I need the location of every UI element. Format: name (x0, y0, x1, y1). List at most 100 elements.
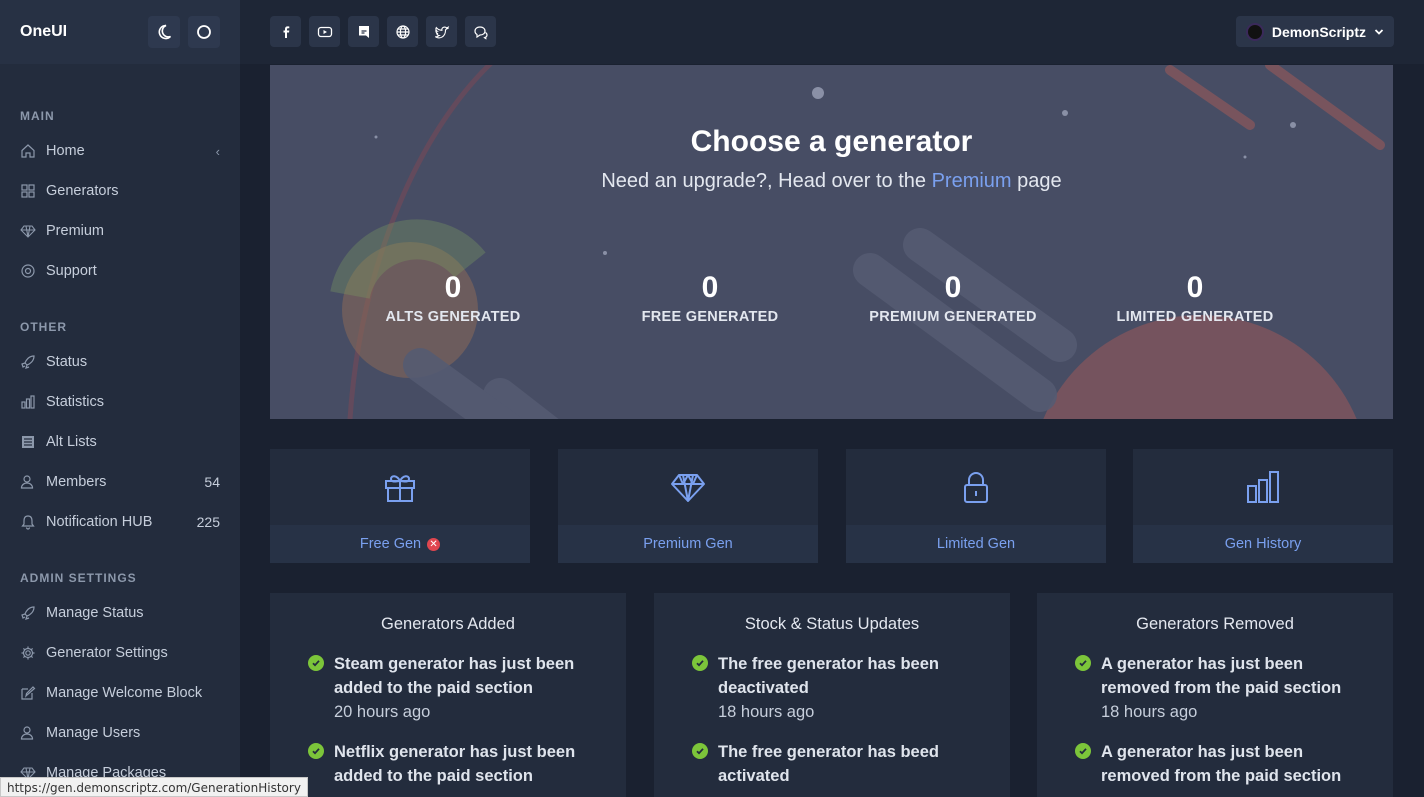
panel-title: Stock & Status Updates (744, 615, 920, 633)
entry-text: A generator has just been removed from t… (1101, 743, 1342, 785)
hero-subtitle-text: Need an upgrade?, Head over to the (601, 170, 932, 192)
check-circle-icon (692, 655, 708, 671)
list-item: The free generator has beed activated (654, 740, 1010, 788)
bar-chart-icon (1247, 471, 1279, 503)
disabled-x-icon: ✕ (427, 537, 441, 551)
discord-button[interactable] (348, 16, 379, 47)
limited-gen-card[interactable]: Limited Gen (846, 449, 1106, 563)
theme-toggle[interactable] (188, 16, 220, 48)
sidebar-item-label: Manage Users (46, 725, 141, 741)
entry-text: Netflix generator has just been added to… (334, 743, 576, 785)
users-icon (20, 725, 36, 741)
sidebar-section-main: MAIN (20, 109, 55, 123)
chevron-left-icon: ‹ (215, 143, 220, 159)
sidebar-item-label: Alt Lists (46, 434, 97, 450)
panel-title: Generators Removed (1136, 615, 1294, 633)
page-title: Choose a generator (690, 125, 973, 158)
sidebar-item-label: Status (46, 354, 88, 370)
list-item: Netflix generator has just been added to… (270, 740, 626, 788)
entry-time: 18 hours ago (1101, 703, 1198, 721)
entry-text: The free generator has beed activated (718, 743, 939, 785)
check-circle-icon (1075, 655, 1091, 671)
website-button[interactable] (387, 16, 418, 47)
facebook-button[interactable] (270, 16, 301, 47)
user-menu-button[interactable]: DemonScriptz (1235, 16, 1394, 47)
check-circle-icon (1075, 743, 1091, 759)
sidebar-item-statistics[interactable]: Statistics (0, 382, 240, 422)
sidebar-item-label: Premium (46, 223, 105, 239)
stat-premium-generated: 0 PREMIUM GENERATED (853, 271, 1053, 325)
sidebar-item-generators[interactable]: Generators (0, 171, 240, 211)
stat-value: 0 (944, 271, 962, 304)
sidebar-item-generator-settings[interactable]: Generator Settings (0, 633, 240, 673)
generators-added-panel: Generators Added Steam generator has jus… (270, 593, 626, 797)
sidebar: OneUI MAIN Home ‹ Generators Premium Sup… (0, 0, 240, 797)
hero-subtitle-text-end: page (1011, 170, 1062, 192)
diamond-icon (671, 474, 705, 502)
card-label: Premium Gen (643, 536, 733, 552)
twitter-button[interactable] (426, 16, 457, 47)
bell-icon (20, 514, 36, 530)
stat-label: LIMITED GENERATED (1116, 309, 1274, 325)
sidebar-section-other: OTHER (20, 320, 67, 334)
check-circle-icon (308, 655, 324, 671)
members-count-badge: 54 (204, 474, 220, 490)
sidebar-item-manage-welcome-block[interactable]: Manage Welcome Block (0, 673, 240, 713)
youtube-icon (317, 26, 332, 37)
dark-mode-toggle[interactable] (148, 16, 180, 48)
list-item: Steam generator has just been added to t… (270, 652, 626, 724)
globe-icon (395, 24, 410, 39)
brand-logo[interactable]: OneUI (20, 23, 67, 41)
sidebar-item-label: Manage Welcome Block (46, 685, 203, 701)
sidebar-item-label: Notification HUB (46, 514, 153, 530)
sidebar-item-label: Statistics (46, 394, 105, 410)
check-circle-icon (308, 743, 324, 759)
premium-gen-card[interactable]: Premium Gen (558, 449, 818, 563)
sidebar-item-label: Support (46, 263, 97, 279)
sidebar-item-members[interactable]: Members 54 (0, 462, 240, 502)
chat-button[interactable] (465, 16, 496, 47)
entry-text: The free generator has been deactivated (718, 655, 939, 697)
sidebar-item-manage-users[interactable]: Manage Users (0, 713, 240, 753)
sidebar-item-notification-hub[interactable]: Notification HUB 225 (0, 502, 240, 542)
facebook-icon (283, 25, 289, 38)
gen-history-card[interactable]: Gen History (1133, 449, 1393, 563)
hero-background-illustration (330, 65, 1385, 419)
grid-icon (20, 183, 36, 199)
user-name: DemonScriptz (1271, 23, 1366, 40)
notification-count-badge: 225 (196, 514, 220, 530)
sidebar-item-manage-status[interactable]: Manage Status (0, 593, 240, 633)
gear-icon (20, 645, 36, 661)
sidebar-section-admin: ADMIN SETTINGS (20, 571, 137, 585)
users-icon (20, 474, 36, 490)
card-label: Free Gen (359, 536, 422, 552)
sidebar-item-label: Generator Settings (46, 645, 168, 661)
stat-label: PREMIUM GENERATED (869, 309, 1037, 325)
stat-limited-generated: 0 LIMITED GENERATED (1095, 271, 1295, 325)
sidebar-item-home[interactable]: Home ‹ (0, 131, 240, 171)
generators-removed-panel: Generators Removed A generator has just … (1037, 593, 1393, 797)
stat-label: FREE GENERATED (641, 309, 779, 325)
premium-link[interactable]: Premium (932, 170, 1012, 192)
edit-icon (20, 685, 36, 701)
sidebar-item-premium[interactable]: Premium (0, 211, 240, 251)
youtube-button[interactable] (309, 16, 340, 47)
sidebar-item-support[interactable]: Support (0, 251, 240, 291)
stat-value: 0 (701, 271, 719, 304)
sidebar-header: OneUI (0, 0, 240, 64)
list-item: The free generator has been deactivated 1… (654, 652, 1010, 724)
sidebar-item-label: Generators (46, 183, 119, 199)
diamond-icon (20, 223, 36, 239)
sidebar-item-label: Home (46, 143, 85, 159)
entry-text: A generator has just been removed from t… (1101, 655, 1342, 697)
rocket-icon (20, 354, 36, 370)
twitter-icon (434, 25, 449, 38)
panel-title: Generators Added (381, 615, 515, 633)
hero-subtitle: Need an upgrade?, Head over to the Premi… (270, 170, 1393, 193)
stat-value: 0 (444, 271, 462, 304)
chevron-down-icon (1374, 28, 1384, 35)
sidebar-item-alt-lists[interactable]: Alt Lists (0, 422, 240, 462)
sidebar-item-status[interactable]: Status (0, 342, 240, 382)
free-gen-card[interactable]: Free Gen ✕ (270, 449, 530, 563)
discord-icon (358, 25, 369, 38)
